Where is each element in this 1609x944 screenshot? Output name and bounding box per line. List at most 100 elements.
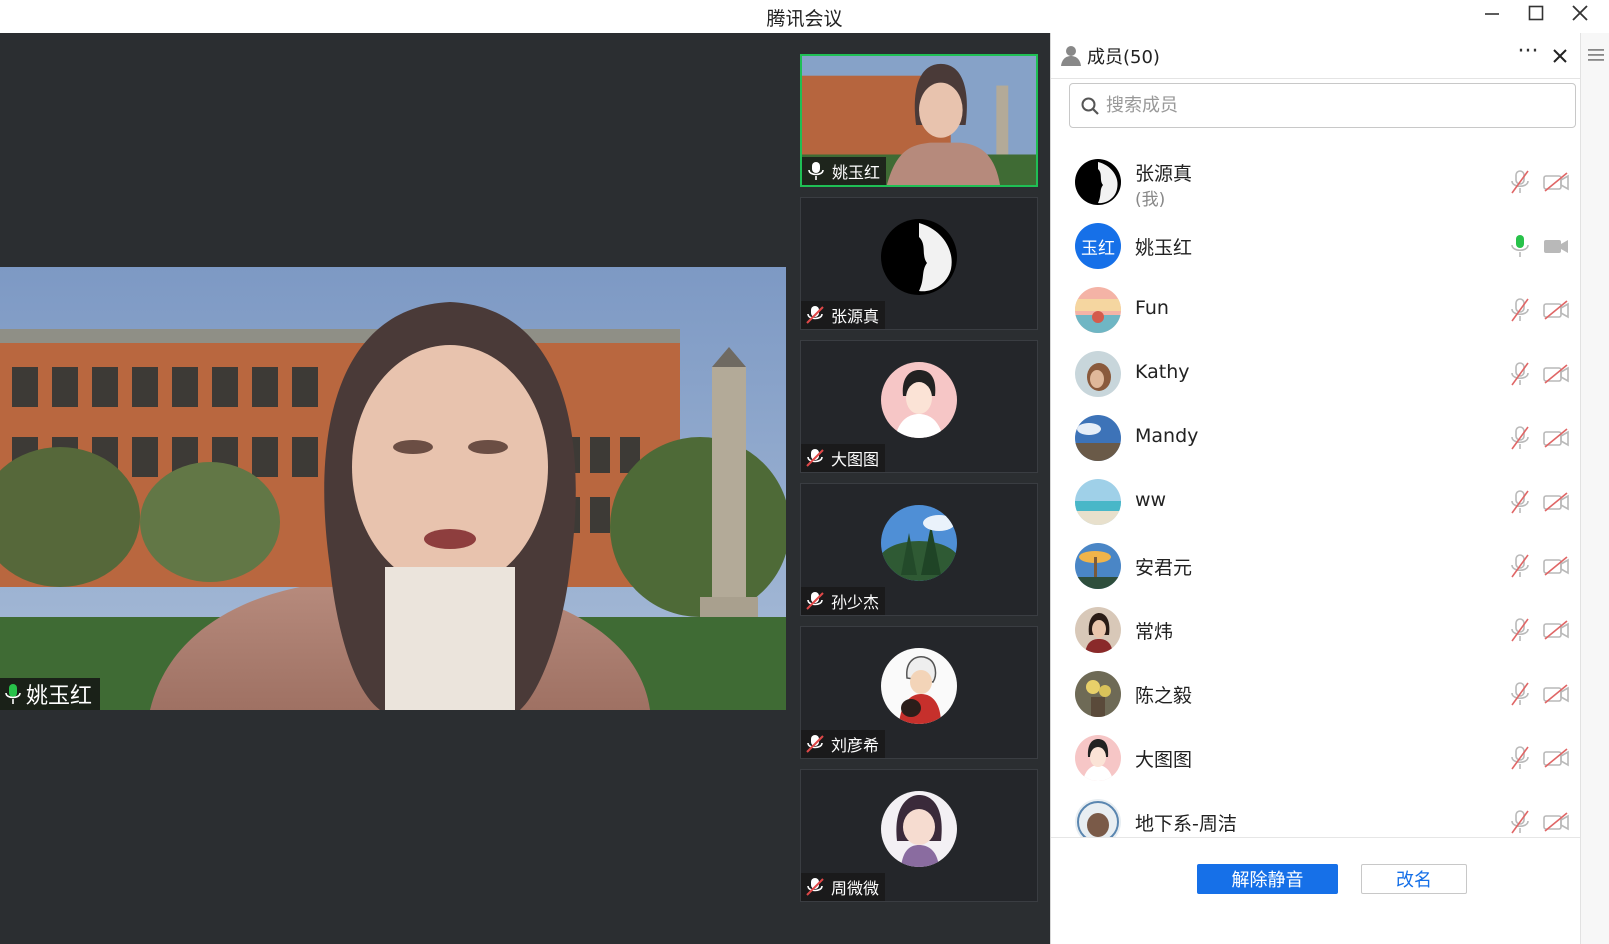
thumbnail-label: 刘彦希 (801, 730, 886, 758)
mic-muted-icon (806, 735, 824, 753)
main-video-feed[interactable]: 姚玉红 (0, 267, 786, 710)
member-name: 安君元 (1135, 557, 1193, 579)
member-name: 张源真 (1135, 163, 1193, 185)
avatar (881, 647, 957, 724)
more-options-button[interactable]: ··· (1513, 39, 1543, 69)
mic-muted-icon[interactable] (1509, 361, 1531, 387)
thumbnail-tile[interactable]: 张源真 (800, 197, 1038, 330)
mic-muted-icon[interactable] (1509, 553, 1531, 579)
mic-muted-icon (806, 306, 824, 324)
avatar (1075, 415, 1121, 461)
camera-off-icon[interactable] (1543, 619, 1569, 641)
camera-off-icon[interactable] (1543, 427, 1569, 449)
thumbnail-tile[interactable]: 大图图 (800, 340, 1038, 473)
members-panel: 成员(50) ··· 张源真 (我) 玉红 姚玉红 Fun (1050, 33, 1609, 944)
speaker-name: 姚玉红 (26, 684, 93, 709)
close-panel-button[interactable] (1545, 41, 1575, 71)
avatar (881, 504, 957, 581)
member-name: Mandy (1135, 425, 1199, 447)
member-name: 陈之毅 (1135, 685, 1193, 707)
member-name: Fun (1135, 297, 1169, 319)
member-row[interactable]: Kathy (1051, 343, 1580, 407)
mic-on-icon (808, 162, 824, 180)
title-bar: 腾讯会议 (0, 0, 1609, 33)
member-row[interactable]: 大图图 (1051, 727, 1580, 791)
thumbnail-name: 孙少杰 (831, 593, 880, 612)
menu-icon[interactable] (1588, 48, 1604, 62)
thumbnail-tile[interactable]: 周微微 (800, 769, 1038, 902)
camera-off-icon[interactable] (1543, 171, 1569, 193)
member-name: Kathy (1135, 361, 1190, 383)
minimize-icon (1485, 13, 1499, 15)
avatar (1075, 543, 1121, 589)
maximize-icon (1528, 5, 1544, 21)
avatar: 玉红 (1075, 223, 1121, 269)
mic-muted-icon[interactable] (1509, 745, 1531, 771)
member-row[interactable]: ww (1051, 471, 1580, 535)
member-row[interactable]: Fun (1051, 279, 1580, 343)
rename-button[interactable]: 改名 (1361, 864, 1467, 894)
avatar (1075, 479, 1121, 525)
minimize-button[interactable] (1470, 0, 1514, 26)
search-icon (1081, 97, 1099, 115)
camera-off-icon[interactable] (1543, 683, 1569, 705)
member-list: 张源真 (我) 玉红 姚玉红 Fun Kathy Mandy ww 安君元 常炜… (1051, 151, 1580, 871)
search-input[interactable] (1106, 95, 1546, 116)
avatar (881, 790, 957, 867)
mic-muted-icon[interactable] (1509, 297, 1531, 323)
thumbnail-tile[interactable]: 刘彦希 (800, 626, 1038, 759)
thumbnail-label: 孙少杰 (801, 587, 886, 615)
mic-muted-icon[interactable] (1509, 489, 1531, 515)
camera-off-icon[interactable] (1543, 811, 1569, 833)
mic-on-icon[interactable] (1509, 233, 1531, 259)
member-name: 大图图 (1135, 749, 1193, 771)
close-window-button[interactable] (1558, 0, 1602, 26)
close-icon (1572, 5, 1588, 21)
member-row[interactable]: 常炜 (1051, 599, 1580, 663)
member-row[interactable]: 安君元 (1051, 535, 1580, 599)
camera-off-icon[interactable] (1543, 747, 1569, 769)
unmute-button[interactable]: 解除静音 (1197, 864, 1338, 894)
members-panel-header: 成员(50) ··· (1051, 33, 1580, 79)
participant-video-strip: 姚玉红 张源真 大图图 孙少杰 刘彦希 周微微 (786, 33, 1050, 944)
thumbnail-label: 张源真 (801, 301, 886, 329)
member-row[interactable]: 玉红 姚玉红 (1051, 215, 1580, 279)
mic-muted-icon[interactable] (1509, 425, 1531, 451)
avatar (1075, 735, 1121, 781)
camera-off-icon[interactable] (1543, 491, 1569, 513)
member-name: 常炜 (1135, 621, 1174, 643)
camera-on-icon[interactable] (1543, 235, 1569, 257)
mic-muted-icon (806, 449, 824, 467)
camera-off-icon[interactable] (1543, 555, 1569, 577)
member-row[interactable]: 陈之毅 (1051, 663, 1580, 727)
thumbnail-name: 张源真 (831, 307, 880, 326)
mic-muted-icon[interactable] (1509, 681, 1531, 707)
members-count-title: 成员(50) (1087, 47, 1160, 68)
mic-muted-icon[interactable] (1509, 617, 1531, 643)
avatar (1075, 287, 1121, 333)
thumbnail-label: 姚玉红 (802, 157, 887, 185)
thumbnail-name: 姚玉红 (832, 163, 881, 182)
thumbnail-tile[interactable]: 孙少杰 (800, 483, 1038, 616)
thumbnail-name: 刘彦希 (831, 736, 880, 755)
member-row[interactable]: 张源真 (我) (1051, 151, 1580, 215)
thumbnail-tile[interactable]: 姚玉红 (800, 54, 1038, 187)
avatar (881, 218, 957, 295)
mic-muted-icon[interactable] (1509, 169, 1531, 195)
member-self-tag: (我) (1135, 190, 1166, 210)
member-row[interactable]: Mandy (1051, 407, 1580, 471)
camera-off-icon[interactable] (1543, 299, 1569, 321)
avatar (1075, 607, 1121, 653)
camera-off-icon[interactable] (1543, 363, 1569, 385)
maximize-button[interactable] (1514, 0, 1558, 26)
avatar (1075, 351, 1121, 397)
thumbnail-name: 周微微 (831, 879, 880, 898)
member-name: ww (1135, 489, 1167, 511)
member-name: 姚玉红 (1135, 237, 1193, 259)
person-icon (1061, 46, 1081, 66)
mic-muted-icon[interactable] (1509, 809, 1531, 835)
member-search-box[interactable] (1069, 83, 1576, 128)
window-title: 腾讯会议 (766, 8, 843, 30)
thumbnail-name: 大图图 (831, 450, 880, 469)
member-name: 地下系-周洁 (1135, 813, 1237, 835)
